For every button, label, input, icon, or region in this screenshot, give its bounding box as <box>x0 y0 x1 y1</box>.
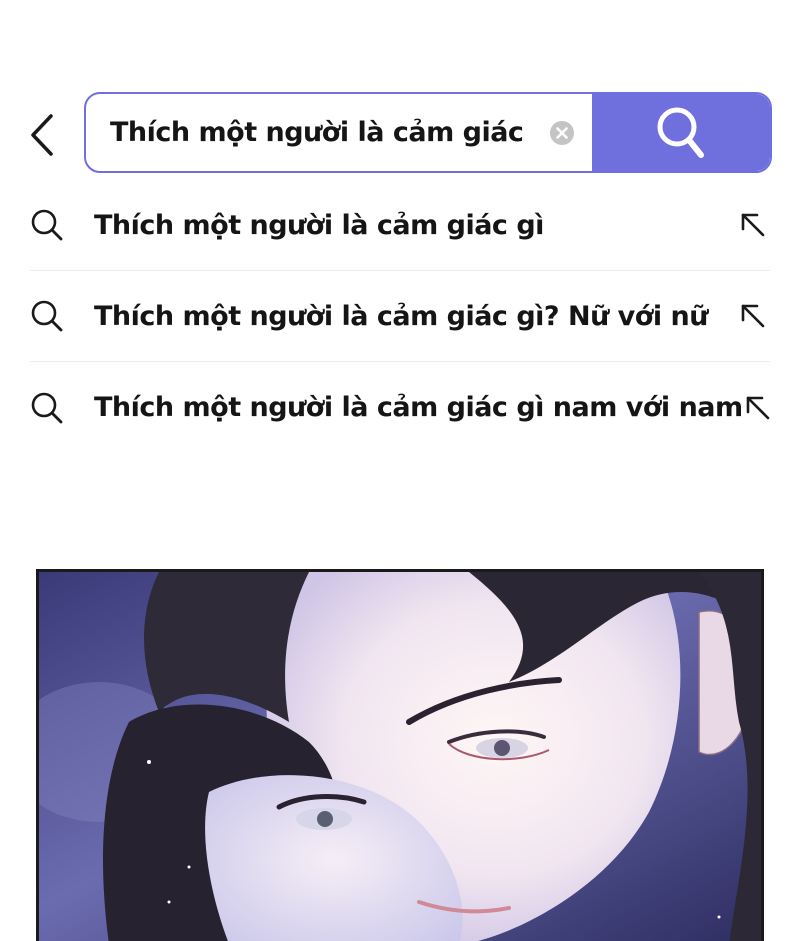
fill-arrow-icon[interactable] <box>743 393 773 423</box>
search-submit-button[interactable] <box>592 94 770 171</box>
suggestion-item[interactable]: Thích một người là cảm giác gì nam với n… <box>30 362 770 453</box>
suggestion-item[interactable]: Thích một người là cảm giác gì? Nữ với n… <box>30 271 770 362</box>
comic-panel <box>36 569 764 941</box>
search-icon <box>31 392 63 423</box>
manga-illustration <box>39 572 761 941</box>
search-input[interactable] <box>86 94 532 171</box>
chevron-left-icon <box>31 114 53 156</box>
suggestion-text: Thích một người là cảm giác gì nam với n… <box>94 392 743 423</box>
fill-arrow-icon[interactable] <box>738 301 768 331</box>
back-button[interactable] <box>22 110 62 160</box>
search-icon <box>657 107 704 158</box>
fill-arrow-icon[interactable] <box>738 210 768 240</box>
search-icon <box>31 300 63 332</box>
clear-circle-icon <box>550 120 574 145</box>
suggestion-item[interactable]: Thích một người là cảm giác gì <box>30 180 770 271</box>
search-bar <box>84 92 772 173</box>
suggestion-list: Thích một người là cảm giác gì Thích một… <box>30 180 770 453</box>
search-icon <box>31 209 63 241</box>
clear-button[interactable] <box>532 94 592 171</box>
suggestion-text: Thích một người là cảm giác gì <box>94 209 544 241</box>
suggestion-text: Thích một người là cảm giác gì? Nữ với n… <box>94 300 708 332</box>
